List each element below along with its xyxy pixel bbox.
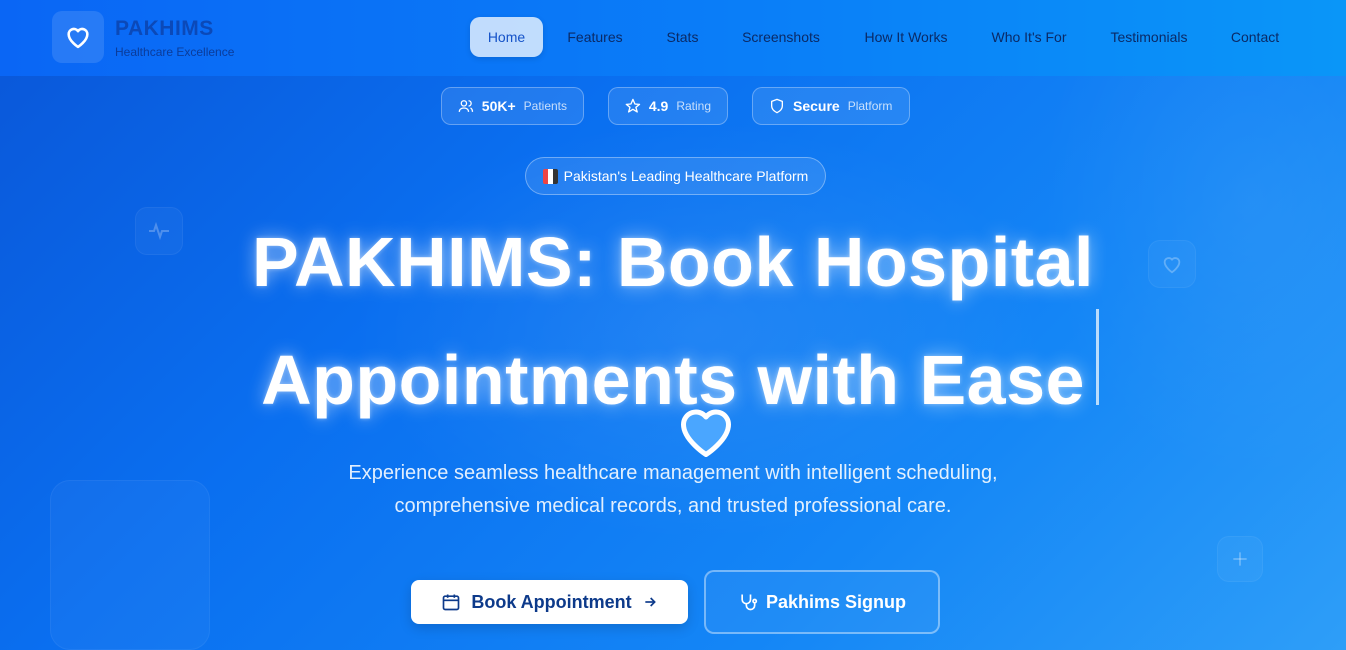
leading-platform-badge: Pakistan's Leading Healthcare Platform — [525, 157, 826, 195]
nav-item-contact[interactable]: Contact — [1224, 17, 1286, 57]
stat-value: 50K+ — [481, 98, 516, 114]
book-appointment-button[interactable]: Book Appointment — [411, 580, 688, 624]
typing-cursor — [1096, 309, 1099, 405]
hero-headline-line1: PAKHIMS: Book Hospital — [252, 223, 1094, 301]
users-icon — [458, 100, 474, 112]
nav-item-home[interactable]: Home — [470, 17, 543, 57]
decorative-plus-tile — [1217, 536, 1263, 582]
badge-text: Pakistan's Leading Healthcare Platform — [563, 168, 809, 184]
stat-pill-secure: Secure Platform — [752, 87, 910, 125]
brand-name[interactable]: PAKHIMS — [115, 17, 214, 41]
brand-tagline: Healthcare Excellence — [115, 45, 235, 59]
stat-pill-patients: 50K+ Patients — [441, 87, 584, 125]
stat-label: Platform — [847, 99, 893, 113]
hero-subtext-line2: comprehensive medical records, and trust… — [394, 495, 952, 517]
arrow-right-icon — [644, 597, 656, 607]
pakhims-signup-button[interactable]: Pakhims Signup — [704, 570, 940, 634]
shield-icon — [771, 98, 783, 114]
calendar-icon — [443, 594, 460, 611]
nav-item-screenshots[interactable]: Screenshots — [736, 17, 826, 57]
nav-item-who-its-for[interactable]: Who It's For — [984, 17, 1074, 57]
book-appointment-label: Book Appointment — [471, 591, 632, 612]
pakhims-signup-label: Pakhims Signup — [765, 591, 907, 612]
plus-icon — [1233, 552, 1247, 566]
stat-pill-rating: 4.9 Rating — [608, 87, 728, 125]
stat-label: Patients — [523, 99, 567, 113]
navbar: PAKHIMS Healthcare Excellence Home Featu… — [0, 0, 1346, 76]
nav-item-testimonials[interactable]: Testimonials — [1104, 17, 1194, 57]
stat-value: 4.9 — [648, 98, 669, 114]
pakistan-flag-icon — [542, 168, 558, 184]
hero-headline-line2: Appointments with Ease — [261, 341, 1085, 419]
nav-item-features[interactable]: Features — [560, 17, 630, 57]
stat-value: Secure — [793, 98, 840, 114]
heart-icon — [67, 27, 89, 49]
nav-item-how-it-works[interactable]: How It Works — [858, 17, 954, 57]
hero-subtext-line1: Experience seamless healthcare managemen… — [348, 462, 998, 484]
stethoscope-icon — [741, 594, 758, 611]
nav-item-stats[interactable]: Stats — [660, 17, 705, 57]
star-icon — [625, 98, 641, 113]
stat-label: Rating — [676, 99, 711, 113]
logo[interactable] — [52, 11, 104, 63]
